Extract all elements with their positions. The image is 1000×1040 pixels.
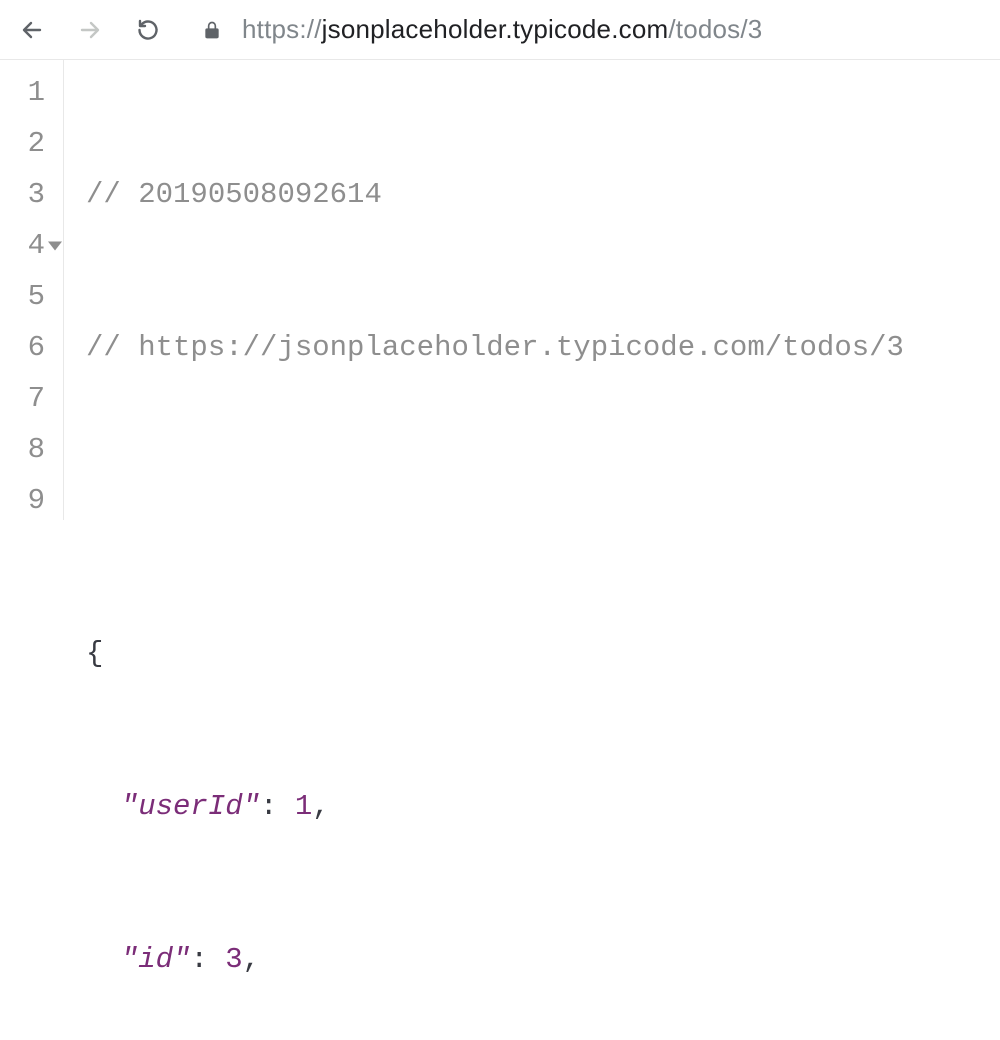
line-number: 5 [0, 271, 63, 322]
code-line: // 20190508092614 [86, 169, 904, 220]
json-key: "id" [121, 943, 191, 976]
brace-token: { [86, 637, 103, 670]
colon-token: : [190, 943, 225, 976]
url-host: jsonplaceholder.typicode.com [322, 14, 669, 44]
nav-buttons [18, 16, 162, 44]
forward-arrow-icon [78, 18, 102, 42]
comma-token: , [243, 943, 260, 976]
comment-token: https://jsonplaceholder.typicode.com/tod… [138, 331, 904, 364]
colon-token: : [260, 790, 295, 823]
code-line [86, 475, 904, 526]
comma-token: , [312, 790, 329, 823]
forward-button[interactable] [76, 16, 104, 44]
indent [86, 943, 121, 976]
back-arrow-icon [20, 18, 44, 42]
line-number-gutter: 1 2 3 4 5 6 7 8 9 [0, 60, 64, 520]
line-number: 2 [0, 118, 63, 169]
url-protocol: https:// [242, 14, 322, 44]
comment-token: 20190508092614 [138, 178, 382, 211]
code-line: "userId": 1, [86, 781, 904, 832]
reload-button[interactable] [134, 16, 162, 44]
indent [86, 790, 121, 823]
line-number: 6 [0, 322, 63, 373]
line-number: 4 [0, 220, 63, 271]
json-number: 1 [295, 790, 312, 823]
line-number: 8 [0, 424, 63, 475]
line-number: 3 [0, 169, 63, 220]
line-number-text: 4 [28, 229, 45, 262]
line-number: 7 [0, 373, 63, 424]
comment-token: // [86, 331, 138, 364]
json-key: "userId" [121, 790, 260, 823]
json-number: 3 [225, 943, 242, 976]
code-line: "id": 3, [86, 934, 904, 985]
fold-toggle-icon[interactable] [48, 241, 62, 250]
reload-icon [136, 18, 160, 42]
address-bar[interactable]: https://jsonplaceholder.typicode.com/tod… [202, 14, 762, 45]
comment-token: // [86, 178, 138, 211]
line-number: 1 [0, 67, 63, 118]
lock-icon [202, 19, 224, 41]
code-line: { [86, 628, 904, 679]
url-text: https://jsonplaceholder.typicode.com/tod… [242, 14, 762, 45]
code-viewer: 1 2 3 4 5 6 7 8 9 // 20190508092614 // h… [0, 60, 1000, 520]
url-path: /todos/3 [668, 14, 762, 44]
code-content[interactable]: // 20190508092614 // https://jsonplaceho… [64, 60, 904, 520]
browser-toolbar: https://jsonplaceholder.typicode.com/tod… [0, 0, 1000, 60]
back-button[interactable] [18, 16, 46, 44]
line-number: 9 [0, 475, 63, 526]
code-line: // https://jsonplaceholder.typicode.com/… [86, 322, 904, 373]
